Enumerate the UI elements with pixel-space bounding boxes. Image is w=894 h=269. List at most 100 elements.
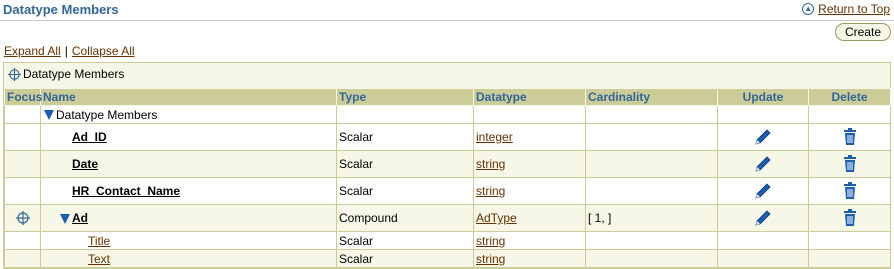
- delete-cell: [808, 249, 891, 268]
- datatype-link[interactable]: integer: [476, 130, 513, 144]
- pencil-icon[interactable]: [753, 127, 773, 147]
- focus-cell: [4, 105, 41, 124]
- pencil-icon[interactable]: [753, 181, 773, 201]
- breadcrumb: Datatype Members: [8, 67, 124, 81]
- member-name-link[interactable]: Ad: [72, 211, 88, 225]
- breadcrumb-label: Datatype Members: [23, 67, 125, 81]
- trash-icon[interactable]: [842, 155, 858, 173]
- delete-cell: [808, 150, 891, 178]
- collapse-all-link[interactable]: Collapse All: [72, 44, 135, 58]
- table-row: HR_Contact_Name Scalar string: [4, 177, 891, 205]
- update-cell: [717, 150, 809, 178]
- delete-cell: [808, 204, 891, 232]
- focus-cell: [4, 204, 41, 232]
- delete-cell: [808, 105, 891, 124]
- datatype-link[interactable]: string: [476, 184, 505, 198]
- datatype-cell: string: [473, 150, 586, 178]
- collapse-triangle-icon[interactable]: [44, 110, 54, 121]
- col-update: Update: [717, 88, 809, 106]
- type-cell: Compound: [336, 204, 474, 232]
- type-cell: Scalar: [336, 150, 474, 178]
- type-cell: Scalar: [336, 231, 474, 250]
- focus-icon[interactable]: [8, 67, 21, 81]
- member-name-link[interactable]: HR_Contact_Name: [72, 184, 180, 198]
- cardinality-cell: [585, 249, 718, 268]
- focus-cell: [4, 177, 41, 205]
- datatype-link[interactable]: string: [476, 252, 505, 266]
- datatype-link[interactable]: AdType: [476, 211, 517, 225]
- update-cell: [717, 123, 809, 151]
- table-header-row: Focus Name Type Datatype Cardinality Upd…: [4, 88, 891, 106]
- type-cell: [336, 105, 474, 124]
- col-focus: Focus: [4, 88, 42, 106]
- pencil-icon[interactable]: [753, 154, 773, 174]
- delete-cell: [808, 123, 891, 151]
- update-cell: [717, 105, 809, 124]
- link-separator: |: [64, 44, 68, 58]
- datatype-cell: [473, 105, 586, 124]
- type-cell: Scalar: [336, 249, 474, 268]
- delete-cell: [808, 231, 891, 250]
- expand-all-link[interactable]: Expand All: [4, 44, 61, 58]
- return-to-top[interactable]: ▲ Return to Top: [802, 2, 890, 16]
- update-cell: [717, 204, 809, 232]
- focus-cell: [4, 123, 41, 151]
- datatype-link[interactable]: string: [476, 234, 505, 248]
- return-to-top-icon[interactable]: ▲: [802, 3, 815, 15]
- name-cell: HR_Contact_Name: [40, 177, 337, 205]
- datatype-cell: string: [473, 231, 586, 250]
- header-divider: [0, 20, 894, 21]
- table-row: Ad_ID Scalar integer: [4, 123, 891, 151]
- members-table: Focus Name Type Datatype Cardinality Upd…: [4, 88, 891, 268]
- name-cell: Ad: [40, 204, 337, 232]
- table-row: Text Scalar string: [4, 249, 891, 268]
- type-cell: Scalar: [336, 123, 474, 151]
- table-row: Datatype Members: [4, 105, 891, 124]
- create-button[interactable]: Create: [834, 23, 891, 41]
- expand-collapse-links: Expand All | Collapse All: [4, 44, 135, 58]
- member-name-link[interactable]: Text: [88, 252, 110, 266]
- name-cell: Datatype Members: [40, 105, 337, 124]
- name-cell: Text: [40, 249, 337, 268]
- member-name-link[interactable]: Date: [72, 157, 98, 171]
- col-datatype: Datatype: [473, 88, 586, 106]
- trash-icon[interactable]: [842, 182, 858, 200]
- update-cell: [717, 231, 809, 250]
- trash-icon[interactable]: [842, 128, 858, 146]
- col-cardinality: Cardinality: [585, 88, 718, 106]
- col-name: Name: [40, 88, 337, 106]
- datatype-cell: string: [473, 177, 586, 205]
- return-to-top-link[interactable]: Return to Top: [818, 2, 890, 16]
- datatype-cell: string: [473, 249, 586, 268]
- name-cell: Title: [40, 231, 337, 250]
- collapse-triangle-icon[interactable]: [60, 213, 70, 224]
- pencil-icon[interactable]: [753, 208, 773, 228]
- update-cell: [717, 177, 809, 205]
- trash-icon[interactable]: [842, 209, 858, 227]
- update-cell: [717, 249, 809, 268]
- member-name-link[interactable]: Ad_ID: [72, 130, 107, 144]
- page-header: Datatype Members ▲ Return to Top: [0, 0, 894, 22]
- cardinality-cell: [585, 150, 718, 178]
- cardinality-cell: [585, 123, 718, 151]
- delete-cell: [808, 177, 891, 205]
- member-name-link[interactable]: Title: [88, 234, 110, 248]
- datatype-cell: AdType: [473, 204, 586, 232]
- focus-cell: [4, 249, 41, 268]
- cardinality-cell: [585, 231, 718, 250]
- name-cell: Ad_ID: [40, 123, 337, 151]
- table-row: Ad Compound AdType [ 1, ]: [4, 204, 891, 232]
- cardinality-cell: [585, 105, 718, 124]
- name-cell: Date: [40, 150, 337, 178]
- focus-cell: [4, 231, 41, 250]
- table-row: Date Scalar string: [4, 150, 891, 178]
- row-name: Datatype Members: [56, 107, 158, 122]
- focus-cell: [4, 150, 41, 178]
- hgrid-panel: Datatype Members Focus Name Type Datatyp…: [3, 62, 891, 269]
- table-row: Title Scalar string: [4, 231, 891, 250]
- datatype-link[interactable]: string: [476, 157, 505, 171]
- datatype-cell: integer: [473, 123, 586, 151]
- type-cell: Scalar: [336, 177, 474, 205]
- focus-icon[interactable]: [15, 211, 30, 226]
- cardinality-cell: [585, 177, 718, 205]
